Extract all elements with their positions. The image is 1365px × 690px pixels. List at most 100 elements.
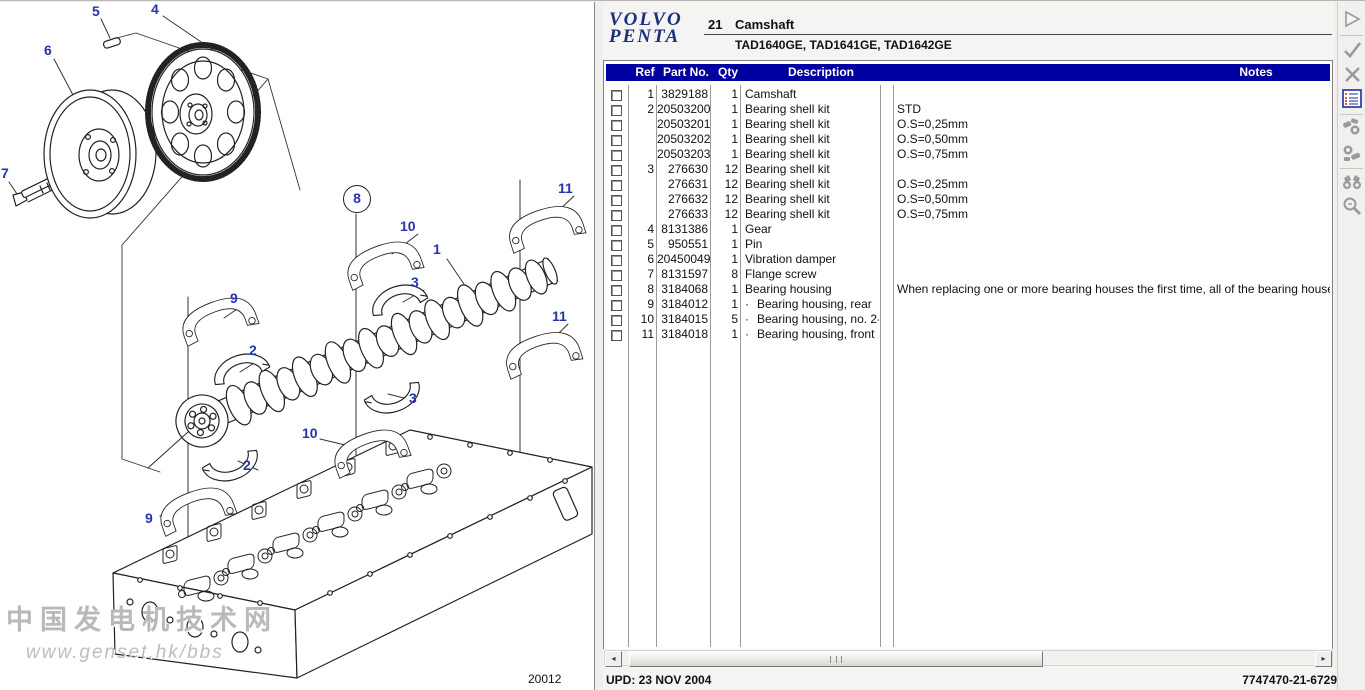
cell-qty: 1 bbox=[711, 222, 738, 237]
parts-list-button[interactable] bbox=[1341, 88, 1363, 110]
row-checkbox[interactable] bbox=[611, 240, 622, 251]
cell-description: Bearing shell kit bbox=[745, 162, 879, 177]
table-row[interactable]: 781315978Flange screw bbox=[604, 267, 1332, 282]
horizontal-scrollbar[interactable]: ◂ ▸ bbox=[604, 650, 1333, 666]
scrollbar-grip bbox=[830, 656, 842, 663]
row-checkbox[interactable] bbox=[611, 165, 622, 176]
table-row[interactable]: 205032031Bearing shell kitO.S=0,75mm bbox=[604, 147, 1332, 162]
diagram-callout-11[interactable]: 11 bbox=[558, 181, 573, 195]
table-row[interactable]: 27663112Bearing shell kitO.S=0,25mm bbox=[604, 177, 1332, 192]
row-checkbox[interactable] bbox=[611, 225, 622, 236]
cell-part-no: 20503203 bbox=[657, 147, 708, 162]
parts-list-panel: VOLVO PENTA 21 Camshaft TAD1640GE, TAD16… bbox=[603, 2, 1334, 690]
row-checkbox[interactable] bbox=[611, 315, 622, 326]
logo-line2: PENTA bbox=[609, 28, 683, 45]
diagram-callout-3[interactable]: 3 bbox=[409, 391, 417, 405]
cell-description: ·Bearing housing, no. 2-6 bbox=[745, 312, 879, 327]
row-checkbox[interactable] bbox=[611, 270, 622, 281]
cell-part-no: 276631 bbox=[657, 177, 708, 192]
table-row[interactable]: 6204500491Vibration damper bbox=[604, 252, 1332, 267]
table-row[interactable]: 27663212Bearing shell kitO.S=0,50mm bbox=[604, 192, 1332, 207]
row-checkbox[interactable] bbox=[611, 300, 622, 311]
spare-part-button[interactable] bbox=[1341, 142, 1363, 164]
cell-ref: 8 bbox=[629, 282, 654, 297]
table-row[interactable]: 205032011Bearing shell kitO.S=0,25mm bbox=[604, 117, 1332, 132]
column-header-description: Description bbox=[756, 65, 886, 79]
diagram-panel: 54678921031111131029 20012 中国发电机技术网 www.… bbox=[0, 2, 595, 690]
diagram-callout-8[interactable]: 8 bbox=[343, 185, 371, 213]
diagram-callout-5[interactable]: 5 bbox=[92, 4, 100, 18]
watermark-text: 中国发电机技术网 bbox=[6, 598, 278, 637]
scroll-left-button[interactable]: ◂ bbox=[605, 651, 622, 667]
table-row[interactable]: 327663012Bearing shell kit bbox=[604, 162, 1332, 177]
table-row[interactable]: 1031840155·Bearing housing, no. 2-6 bbox=[604, 312, 1332, 327]
table-row[interactable]: 138291881Camshaft bbox=[604, 87, 1332, 102]
diagram-callout-10[interactable]: 10 bbox=[400, 219, 416, 233]
scrollbar-thumb[interactable] bbox=[629, 651, 1043, 667]
table-row[interactable]: 831840681Bearing housingWhen replacing o… bbox=[604, 282, 1332, 297]
table-row[interactable]: 27663312Bearing shell kitO.S=0,75mm bbox=[604, 207, 1332, 222]
row-checkbox[interactable] bbox=[611, 105, 622, 116]
page-title: Camshaft bbox=[735, 17, 794, 32]
cancel-button[interactable] bbox=[1341, 63, 1363, 85]
cell-ref: 10 bbox=[629, 312, 654, 327]
diagram-callout-6[interactable]: 6 bbox=[44, 43, 52, 57]
find-button[interactable] bbox=[1341, 172, 1363, 194]
cell-part-no: 276633 bbox=[657, 207, 708, 222]
row-checkbox[interactable] bbox=[611, 120, 622, 131]
row-checkbox[interactable] bbox=[611, 135, 622, 146]
table-row[interactable]: 2205032001Bearing shell kitSTD bbox=[604, 102, 1332, 117]
cell-description: Pin bbox=[745, 237, 879, 252]
row-checkbox[interactable] bbox=[611, 180, 622, 191]
diagram-callout-1[interactable]: 1 bbox=[433, 242, 441, 256]
watermark-url: www.genset.hk/bbs bbox=[26, 642, 224, 664]
cylinder-head-drawing bbox=[113, 430, 592, 678]
diagram-callout-2[interactable]: 2 bbox=[243, 458, 251, 472]
cell-qty: 12 bbox=[711, 192, 738, 207]
table-row[interactable]: 1131840181·Bearing housing, front bbox=[604, 327, 1332, 342]
diagram-callout-10[interactable]: 10 bbox=[302, 426, 318, 440]
diagram-callout-11[interactable]: 11 bbox=[552, 309, 567, 323]
row-checkbox[interactable] bbox=[611, 330, 622, 341]
diagram-callout-2[interactable]: 2 bbox=[249, 343, 257, 357]
diagram-callout-9[interactable]: 9 bbox=[145, 511, 153, 525]
column-header-qty: Qty bbox=[713, 65, 743, 79]
cell-qty: 12 bbox=[711, 207, 738, 222]
cell-part-no: 3184012 bbox=[657, 297, 708, 312]
diagram-callout-7[interactable]: 7 bbox=[1, 166, 9, 180]
cell-description: Bearing shell kit bbox=[745, 147, 879, 162]
cell-qty: 1 bbox=[711, 117, 738, 132]
row-checkbox[interactable] bbox=[611, 210, 622, 221]
cell-description: Bearing shell kit bbox=[745, 207, 879, 222]
column-header-part: Part No. bbox=[659, 65, 713, 79]
cell-part-no: 8131386 bbox=[657, 222, 708, 237]
row-checkbox[interactable] bbox=[611, 150, 622, 161]
row-checkbox[interactable] bbox=[611, 195, 622, 206]
vibration-damper-drawing bbox=[44, 90, 156, 218]
row-checkbox[interactable] bbox=[611, 255, 622, 266]
confirm-button[interactable] bbox=[1341, 39, 1363, 61]
cell-qty: 1 bbox=[711, 252, 738, 267]
replace-part-button[interactable] bbox=[1341, 117, 1363, 139]
diagram-callout-9[interactable]: 9 bbox=[230, 291, 238, 305]
row-checkbox[interactable] bbox=[611, 285, 622, 296]
row-checkbox[interactable] bbox=[611, 90, 622, 101]
table-row[interactable]: 205032021Bearing shell kitO.S=0,50mm bbox=[604, 132, 1332, 147]
scroll-right-button[interactable]: ▸ bbox=[1315, 651, 1332, 667]
cell-part-no: 3184018 bbox=[657, 327, 708, 342]
cell-qty: 1 bbox=[711, 327, 738, 342]
table-row[interactable]: 481313861Gear bbox=[604, 222, 1332, 237]
cell-qty: 8 bbox=[711, 267, 738, 282]
cell-qty: 1 bbox=[711, 102, 738, 117]
cell-description: ·Bearing housing, front bbox=[745, 327, 879, 342]
diagram-callout-4[interactable]: 4 bbox=[151, 2, 159, 16]
diagram-callout-3[interactable]: 3 bbox=[411, 275, 419, 289]
cell-ref: 9 bbox=[629, 297, 654, 312]
forward-button[interactable] bbox=[1341, 8, 1363, 30]
section-number: 21 bbox=[708, 17, 722, 32]
table-row[interactable]: 59505511Pin bbox=[604, 237, 1332, 252]
table-row[interactable]: 931840121·Bearing housing, rear bbox=[604, 297, 1332, 312]
cell-qty: 1 bbox=[711, 87, 738, 102]
cell-part-no: 3184015 bbox=[657, 312, 708, 327]
zoom-button[interactable] bbox=[1341, 196, 1363, 218]
